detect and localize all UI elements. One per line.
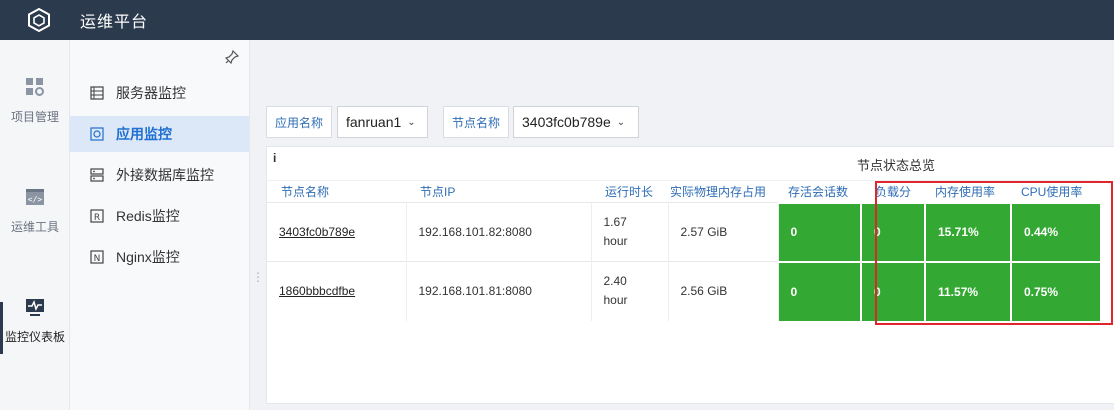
info-icon[interactable]: i [273,151,276,165]
table-row-empty [267,321,1101,323]
cpu-rate-cell: 0.44% [1011,201,1102,262]
main-content: 应用名称 fanruan1 ⌄ 节点名称 3403fc0b789e ⌄ i 节点… [250,40,1114,410]
node-ip-cell: 192.168.101.82:8080 [406,202,592,262]
rail-label: 项目管理 [10,110,59,124]
node-name-link[interactable]: 1860bbbcdfbe [279,284,355,298]
mem-rate-cell: 11.57% [925,260,1012,321]
column-header[interactable]: 运行时长 [591,180,668,203]
column-header[interactable]: 节点IP [406,180,591,203]
node-name-link[interactable]: 3403fc0b789e [279,225,355,239]
menu-item-label: Redis监控 [116,208,180,224]
table-row: 1860bbbcdfbe 192.168.101.81:8080 2.40 hou… [267,260,1102,321]
menu-item-app-monitor[interactable]: 应用监控 [70,116,249,152]
memory-cell: 2.56 GiB [668,261,779,321]
node-name-select[interactable]: 3403fc0b789e ⌄ [513,106,639,138]
uptime-unit: hour [603,293,628,308]
menu-item-label: 服务器监控 [116,85,186,101]
svg-text:N: N [94,254,101,264]
load-cell: 0 [861,201,926,262]
uptime-value: 1.67 [603,215,627,229]
menu-item-nginx-monitor[interactable]: N Nginx监控 [70,239,249,275]
sessions-cell: 0 [778,260,862,321]
menu-item-label: 应用监控 [116,126,172,142]
top-bar: 运维平台 [0,0,1114,40]
monitor-icon [26,299,44,316]
uptime-value: 2.40 [603,274,627,289]
column-header[interactable]: 节点名称 [267,180,406,203]
node-name-value: 3403fc0b789e [522,114,611,130]
sessions-cell: 0 [778,201,862,262]
rail-label: 运维工具 [10,220,59,234]
rail-label: 监控仪表板 [4,330,65,344]
svg-text:R: R [94,213,100,223]
panel-title: 节点状态总览 [857,158,936,173]
mem-rate-cell: 15.71% [925,201,1012,262]
chevron-down-icon: ⌄ [407,116,416,128]
column-header[interactable]: 内存使用率 [925,180,1011,203]
nginx-icon: N [90,250,104,264]
app-monitor-icon [90,127,104,141]
uptime-cell: 2.40 hour [591,261,669,321]
rail-item-project-management[interactable]: 项目管理 [0,76,70,125]
redis-icon: R [90,209,104,223]
column-header[interactable]: CPU使用率 [1011,180,1101,203]
table-header-row: 节点名称 节点IP 运行时长 实际物理内存占用 存活会话数 负载分 内存使用率 … [267,180,1101,203]
node-name-cell[interactable]: 3403fc0b789e [267,202,407,262]
rail-item-ops-tools[interactable]: </> 运维工具 [0,186,70,235]
memory-cell: 2.57 GiB [668,202,779,262]
column-header[interactable]: 实际物理内存占用 [668,180,778,203]
menu-item-label: Nginx监控 [116,249,180,265]
column-header[interactable]: 负载分 [861,180,925,203]
chevron-down-icon: ⌄ [616,116,626,128]
app-title: 运维平台 [80,14,149,31]
uptime-unit: hour [603,234,628,248]
table-row: 3403fc0b789e 192.168.101.82:8080 1.67 hou… [267,201,1102,262]
menu-item-label: 外接数据库监控 [116,167,214,183]
node-ip-cell: 192.168.101.81:8080 [406,261,592,321]
uptime-cell: 1.67 hour [591,202,669,262]
rail-item-monitor-dashboard[interactable]: 监控仪表板 [0,296,70,345]
app-name-select[interactable]: fanruan1 ⌄ [337,106,428,138]
node-status-panel: i 节点状态总览 节点名称 节点IP 运行时长 实际物理内存占用 存活会话数 负… [266,146,1114,404]
svg-text:</>: </> [28,195,43,204]
node-name-cell[interactable]: 1860bbbcdfbe [267,261,407,321]
database-icon [90,168,104,182]
cube-logo-icon[interactable] [26,7,52,33]
app-name-value: fanruan1 [346,114,402,130]
code-window-icon: </> [26,189,44,205]
menu-item-server-monitor[interactable]: 服务器监控 [70,75,249,111]
left-rail: 项目管理 </> 运维工具 监控仪表板 [0,40,70,410]
app-name-label: 应用名称 [266,106,333,138]
column-header[interactable]: 存活会话数 [778,180,861,203]
node-status-table: 节点名称 节点IP 运行时长 实际物理内存占用 存活会话数 负载分 内存使用率 … [267,180,1102,323]
menu-item-redis-monitor[interactable]: R Redis监控 [70,198,249,234]
load-cell: 0 [861,260,926,321]
pin-icon[interactable] [225,50,239,64]
sub-menu: 服务器监控 应用监控 外接数据库监控 R Redis监控 N Nginx监控 [70,40,250,410]
menu-item-external-db-monitor[interactable]: 外接数据库监控 [70,157,249,193]
server-list-icon [90,86,104,100]
grid-gear-icon [26,78,44,96]
node-name-label: 节点名称 [443,106,510,138]
cpu-rate-cell: 0.75% [1011,260,1102,321]
